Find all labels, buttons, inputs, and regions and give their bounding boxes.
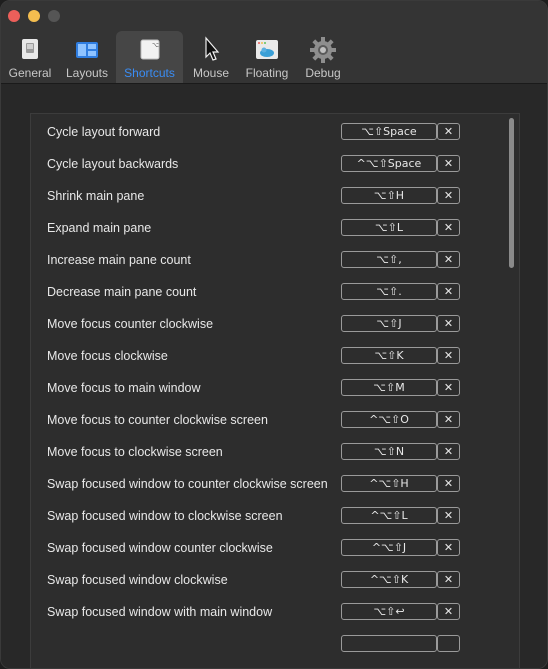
- shortcut-row: Shrink main pane ⌥⇧H ✕: [31, 180, 501, 212]
- shortcut-label: Expand main pane: [47, 221, 152, 235]
- svg-text:⌥: ⌥: [152, 42, 159, 49]
- shortcut-row-partial: [31, 628, 501, 660]
- clear-shortcut-button[interactable]: ✕: [437, 251, 460, 268]
- clear-shortcut-button[interactable]: ✕: [437, 347, 460, 364]
- shortcut-row: Swap focused window counter clockwise ^⌥…: [31, 532, 501, 564]
- preferences-window: General Layouts ⌥ Shortcuts Mouse Floati…: [0, 0, 548, 669]
- shortcut-recorder[interactable]: ⌥⇧N: [341, 443, 437, 460]
- clear-shortcut-button[interactable]: ✕: [437, 507, 460, 524]
- clear-shortcut-button[interactable]: ✕: [437, 379, 460, 396]
- floating-icon: [256, 40, 278, 59]
- tab-debug[interactable]: Debug: [301, 31, 345, 83]
- shortcut-label: Swap focused window with main window: [47, 605, 273, 619]
- shortcut-recorder[interactable]: ^⌥⇧L: [341, 507, 437, 524]
- shortcut-row: Move focus to clockwise screen ⌥⇧N ✕: [31, 436, 501, 468]
- shortcuts-pane: Cycle layout forward ⌥⇧Space ✕ Cycle lay…: [1, 84, 547, 668]
- shortcut-label: Swap focused window counter clockwise: [47, 541, 273, 555]
- minimize-window-button[interactable]: [28, 10, 40, 22]
- shortcut-row: Move focus to counter clockwise screen ^…: [31, 404, 501, 436]
- tab-general[interactable]: General: [6, 31, 54, 83]
- shortcuts-icon: ⌥: [140, 39, 159, 60]
- shortcut-row: Swap focused window with main window ⌥⇧↩…: [31, 596, 501, 628]
- clear-shortcut-button[interactable]: ✕: [437, 187, 460, 204]
- shortcut-recorder[interactable]: ^⌥⇧Space: [341, 155, 437, 172]
- clear-shortcut-button[interactable]: ✕: [437, 315, 460, 332]
- layouts-icon: [76, 42, 98, 58]
- close-window-button[interactable]: [8, 10, 20, 22]
- shortcut-label: Shrink main pane: [47, 189, 145, 203]
- shortcut-label: Cycle layout backwards: [47, 157, 179, 171]
- tab-label: Layouts: [65, 66, 109, 80]
- shortcut-recorder[interactable]: ^⌥⇧K: [341, 571, 437, 588]
- tab-label: Floating: [245, 66, 289, 80]
- mouse-cursor-icon: [205, 36, 220, 61]
- scrollbar-thumb[interactable]: [509, 118, 514, 268]
- shortcut-row: Cycle layout forward ⌥⇧Space ✕: [31, 116, 501, 148]
- clear-shortcut-button[interactable]: ✕: [437, 475, 460, 492]
- shortcut-recorder[interactable]: ^⌥⇧H: [341, 475, 437, 492]
- shortcut-label: Decrease main pane count: [47, 285, 197, 299]
- shortcut-recorder[interactable]: ⌥⇧K: [341, 347, 437, 364]
- shortcut-row: Increase main pane count ⌥⇧, ✕: [31, 244, 501, 276]
- clear-shortcut-button[interactable]: ✕: [437, 411, 460, 428]
- clear-shortcut-button[interactable]: ✕: [437, 443, 460, 460]
- gear-icon: [310, 37, 336, 63]
- shortcut-label: Swap focused window to counter clockwise…: [47, 477, 328, 491]
- shortcut-recorder[interactable]: ^⌥⇧O: [341, 411, 437, 428]
- general-icon: [22, 39, 38, 59]
- shortcut-row: Expand main pane ⌥⇧L ✕: [31, 212, 501, 244]
- clear-shortcut-button[interactable]: ✕: [437, 571, 460, 588]
- tab-shortcuts[interactable]: ⌥ Shortcuts: [116, 31, 183, 83]
- shortcut-recorder[interactable]: ⌥⇧M: [341, 379, 437, 396]
- shortcut-recorder[interactable]: ⌥⇧↩: [341, 603, 437, 620]
- shortcut-row: Swap focused window to counter clockwise…: [31, 468, 501, 500]
- shortcut-recorder[interactable]: ⌥⇧.: [341, 283, 437, 300]
- shortcut-row: Swap focused window to clockwise screen …: [31, 500, 501, 532]
- shortcut-label: Move focus to clockwise screen: [47, 445, 223, 459]
- shortcut-recorder[interactable]: ^⌥⇧J: [341, 539, 437, 556]
- shortcut-label: Swap focused window to clockwise screen: [47, 509, 283, 523]
- zoom-window-button[interactable]: [48, 10, 60, 22]
- shortcut-recorder[interactable]: [341, 635, 437, 652]
- shortcut-label: Move focus clockwise: [47, 349, 168, 363]
- clear-shortcut-button[interactable]: ✕: [437, 603, 460, 620]
- shortcut-row: Move focus counter clockwise ⌥⇧J ✕: [31, 308, 501, 340]
- clear-shortcut-button[interactable]: ✕: [437, 123, 460, 140]
- tab-mouse[interactable]: Mouse: [188, 31, 234, 83]
- clear-shortcut-button[interactable]: ✕: [437, 283, 460, 300]
- clear-shortcut-button[interactable]: ✕: [437, 539, 460, 556]
- shortcut-label: Move focus counter clockwise: [47, 317, 214, 331]
- shortcut-label: Move focus to counter clockwise screen: [47, 413, 268, 427]
- tab-floating[interactable]: Floating: [241, 31, 293, 83]
- clear-shortcut-button[interactable]: [437, 635, 460, 652]
- shortcut-recorder[interactable]: ⌥⇧L: [341, 219, 437, 236]
- shortcut-recorder[interactable]: ⌥⇧H: [341, 187, 437, 204]
- shortcut-label: Cycle layout forward: [47, 125, 161, 139]
- shortcut-recorder[interactable]: ⌥⇧,: [341, 251, 437, 268]
- shortcut-row: Decrease main pane count ⌥⇧. ✕: [31, 276, 501, 308]
- tab-layouts[interactable]: Layouts: [62, 31, 112, 83]
- shortcut-label: Move focus to main window: [47, 381, 201, 395]
- shortcuts-list[interactable]: Cycle layout forward ⌥⇧Space ✕ Cycle lay…: [30, 113, 520, 668]
- shortcut-label: Increase main pane count: [47, 253, 191, 267]
- clear-shortcut-button[interactable]: ✕: [437, 155, 460, 172]
- shortcut-row: Cycle layout backwards ^⌥⇧Space ✕: [31, 148, 501, 180]
- tab-label: General: [8, 66, 52, 80]
- shortcut-label: Swap focused window clockwise: [47, 573, 228, 587]
- window-controls: [8, 10, 60, 22]
- shortcut-recorder[interactable]: ⌥⇧J: [341, 315, 437, 332]
- shortcut-row: Move focus to main window ⌥⇧M ✕: [31, 372, 501, 404]
- shortcut-row: Swap focused window clockwise ^⌥⇧K ✕: [31, 564, 501, 596]
- vertical-scrollbar[interactable]: [506, 116, 516, 668]
- toolbar: General Layouts ⌥ Shortcuts Mouse Floati…: [1, 1, 547, 84]
- tab-label: Debug: [305, 66, 341, 80]
- shortcut-recorder[interactable]: ⌥⇧Space: [341, 123, 437, 140]
- clear-shortcut-button[interactable]: ✕: [437, 219, 460, 236]
- tab-label: Shortcuts: [124, 66, 175, 80]
- shortcut-row: Move focus clockwise ⌥⇧K ✕: [31, 340, 501, 372]
- tab-label: Mouse: [192, 66, 230, 80]
